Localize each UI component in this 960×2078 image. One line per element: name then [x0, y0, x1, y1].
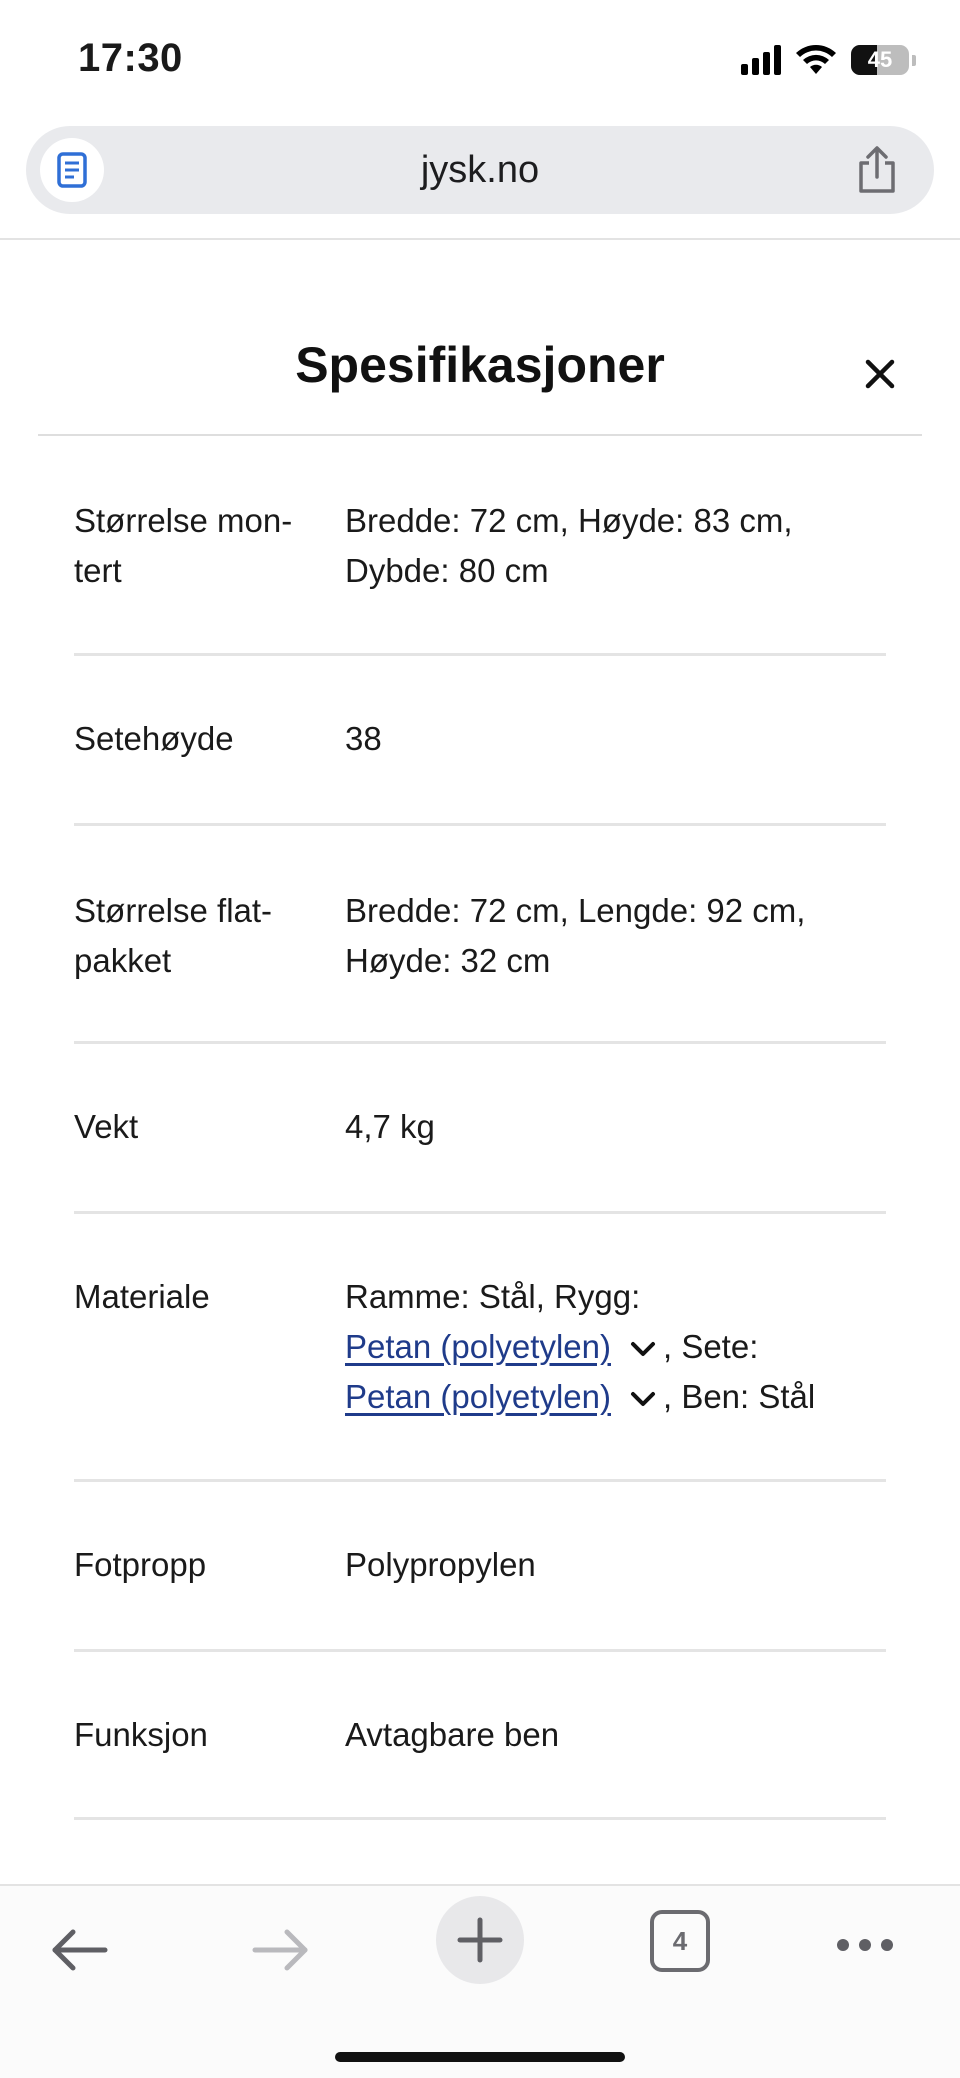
reader-button[interactable]: [40, 138, 104, 202]
home-indicator: [335, 2052, 625, 2062]
chevron-down-icon[interactable]: [629, 1338, 657, 1360]
spec-label: Vekt: [74, 1108, 139, 1145]
spec-label: Fotpropp: [74, 1546, 207, 1583]
spec-value-line: Bredde: 72 cm, Lengde: 92 cm,: [345, 892, 806, 929]
url-text[interactable]: jysk.no: [26, 126, 934, 214]
spec-list: Størrelse mon- tert Bredde: 72 cm, Høyde…: [74, 436, 886, 1820]
plus-icon: [457, 1917, 503, 1963]
bottom-toolbar: 4: [0, 1886, 960, 2078]
material-line-frame: Ramme: Stål, Rygg:: [345, 1278, 641, 1315]
battery-icon: 45: [851, 45, 909, 75]
spec-label: Størrelse flat- pakket: [74, 886, 314, 986]
wifi-icon: [796, 45, 836, 74]
more-icon: [837, 1939, 893, 1951]
spec-label: Materiale: [74, 1278, 210, 1315]
spec-value-line: Høyde: 32 cm: [345, 942, 551, 979]
more-button[interactable]: [830, 1910, 900, 1980]
tabs-icon[interactable]: 4: [650, 1910, 710, 1972]
status-icons: 45: [741, 44, 916, 76]
spec-label: Setehøyde: [74, 720, 234, 757]
share-button[interactable]: [850, 142, 904, 198]
new-tab-button[interactable]: [436, 1896, 524, 1984]
spec-value: Bredde: 72 cm, Lengde: 92 cm, Høyde: 32 …: [345, 886, 885, 986]
material-link-petan-seat[interactable]: Petan (polyetylen): [345, 1378, 611, 1415]
reader-icon: [57, 152, 87, 188]
status-time: 17:30: [78, 36, 183, 80]
chevron-down-icon[interactable]: [629, 1388, 657, 1410]
spec-label-line: tert: [74, 552, 122, 589]
spec-label: Funksjon: [74, 1716, 208, 1753]
spec-row-function: Funksjon Avtagbare ben: [74, 1652, 886, 1820]
close-icon: [865, 359, 895, 389]
spec-value: Bredde: 72 cm, Høyde: 83 cm, Dybde: 80 c…: [345, 496, 885, 596]
tab-count: 4: [672, 1925, 688, 1956]
material-text-seat: , Sete:: [662, 1328, 759, 1365]
battery-tip: [912, 54, 916, 66]
spec-row-foot-cap: Fotpropp Polypropylen: [74, 1482, 886, 1652]
spec-value: Polypropylen: [345, 1546, 536, 1583]
spec-value-line: Dybde: 80 cm: [345, 552, 549, 589]
spec-value: Avtagbare ben: [345, 1716, 560, 1753]
modal-title: Spesifikasjoner: [295, 337, 665, 393]
spec-label-line: Størrelse mon-: [74, 502, 293, 539]
material-text-legs: , Ben: Stål: [662, 1378, 816, 1415]
close-button[interactable]: [856, 350, 904, 398]
spec-row-seat-height: Setehøyde 38: [74, 656, 886, 826]
spec-value: Ramme: Stål, Rygg: Petan (polyetylen) , S…: [345, 1272, 885, 1422]
material-line-back: Petan (polyetylen) , Sete:: [345, 1322, 885, 1372]
status-bar: 17:30 45: [0, 0, 960, 120]
top-divider: [0, 238, 960, 240]
forward-arrow-icon: [252, 1929, 308, 1971]
spec-label: Størrelse mon- tert: [74, 496, 314, 596]
spec-row-size-assembled: Størrelse mon- tert Bredde: 72 cm, Høyde…: [74, 436, 886, 656]
address-bar[interactable]: jysk.no: [26, 126, 934, 214]
screen: 17:30 45 jysk.no Spesifikasjoner Størrel…: [0, 0, 960, 2078]
spec-label-line: pakket: [74, 942, 172, 979]
share-icon: [859, 146, 895, 193]
spec-value: 38: [345, 720, 382, 757]
material-line-seat: Petan (polyetylen) , Ben: Stål: [345, 1372, 885, 1422]
back-arrow-icon: [52, 1929, 108, 1971]
material-link-petan-back[interactable]: Petan (polyetylen): [345, 1328, 611, 1365]
spec-value-line: Bredde: 72 cm, Høyde: 83 cm,: [345, 502, 793, 539]
spec-label-line: Størrelse flat-: [74, 892, 273, 929]
signal-icon: [741, 45, 781, 75]
battery-level: 45: [867, 47, 893, 72]
spec-row-material: Materiale Ramme: Stål, Rygg: Petan (poly…: [74, 1214, 886, 1482]
spec-row-weight: Vekt 4,7 kg: [74, 1044, 886, 1214]
spec-value: 4,7 kg: [345, 1108, 435, 1145]
back-button[interactable]: [40, 1910, 120, 1990]
spec-row-size-flatpacked: Størrelse flat- pakket Bredde: 72 cm, Le…: [74, 826, 886, 1044]
forward-button[interactable]: [240, 1910, 320, 1990]
